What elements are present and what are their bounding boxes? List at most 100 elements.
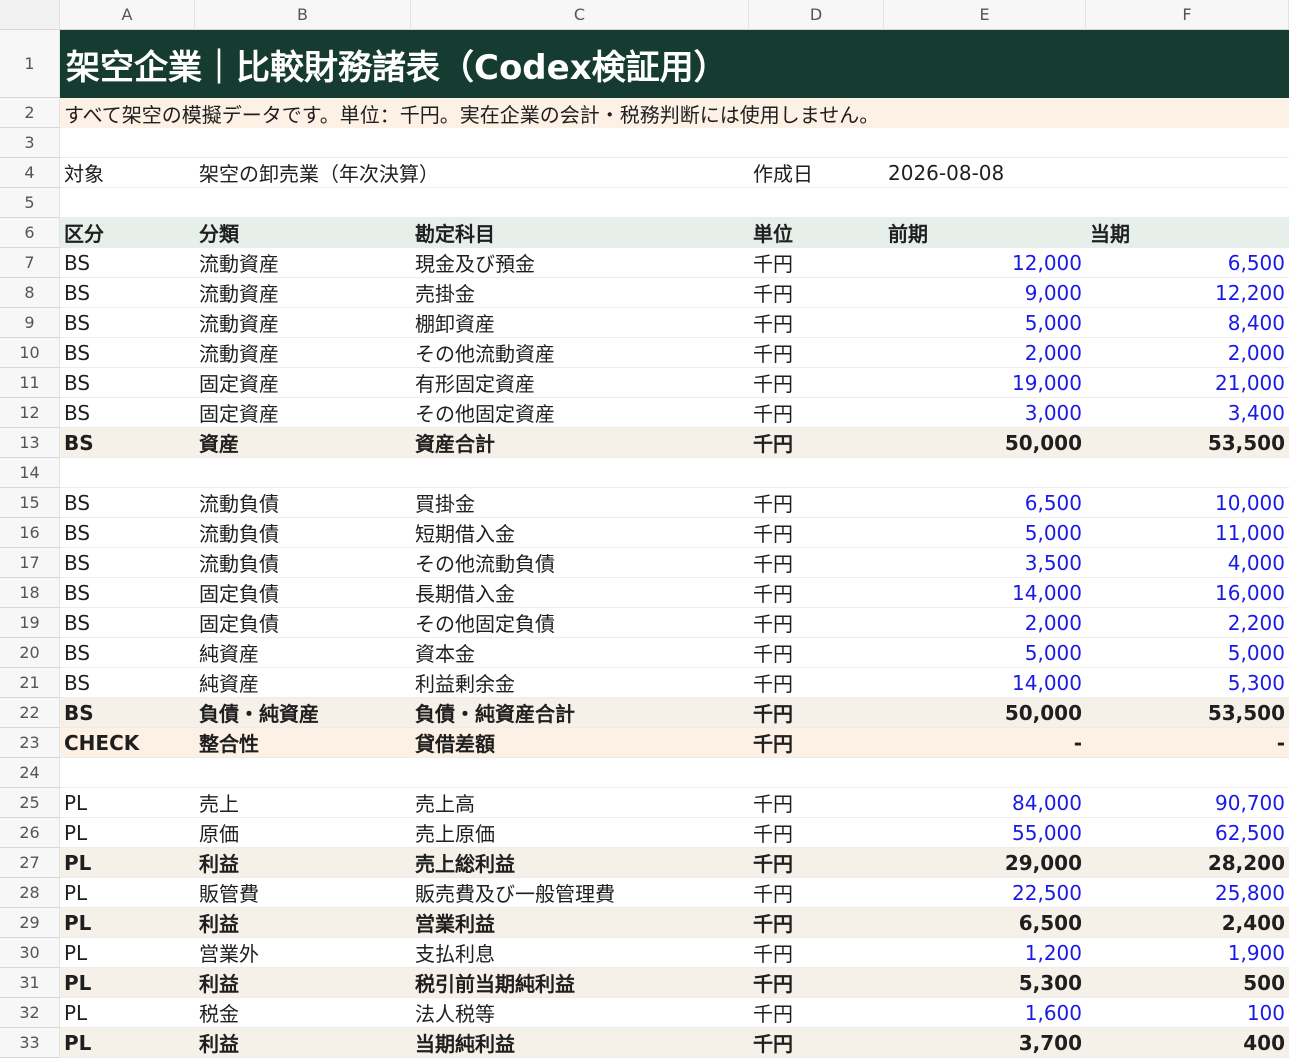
table-cell-prior-period[interactable]: 5,000 <box>884 518 1086 548</box>
table-cell-prior-period[interactable]: 5,000 <box>884 638 1086 668</box>
row-header-17[interactable]: 17 <box>0 548 60 578</box>
table-cell-category[interactable]: PL <box>60 788 195 818</box>
table-cell-current-period[interactable]: 10,000 <box>1086 488 1289 518</box>
table-cell-classification[interactable]: 利益 <box>195 908 411 938</box>
table-cell-category[interactable]: PL <box>60 908 195 938</box>
row-header-16[interactable]: 16 <box>0 518 60 548</box>
target-label-cell[interactable]: 対象 <box>60 158 195 188</box>
table-cell-prior-period[interactable]: 3,000 <box>884 398 1086 428</box>
table-cell-category[interactable]: BS <box>60 278 195 308</box>
table-cell-category[interactable]: CHECK <box>60 728 195 758</box>
table-cell-prior-period[interactable]: 6,500 <box>884 488 1086 518</box>
table-cell-account[interactable]: 貸借差額 <box>411 728 749 758</box>
row-header-2[interactable]: 2 <box>0 98 60 128</box>
table-cell-category[interactable]: BS <box>60 548 195 578</box>
table-cell-category[interactable]: PL <box>60 998 195 1028</box>
table-cell-category[interactable]: BS <box>60 608 195 638</box>
table-cell-category[interactable]: BS <box>60 338 195 368</box>
header-cell-unit[interactable]: 単位 <box>749 218 884 248</box>
table-cell-prior-period[interactable]: 9,000 <box>884 278 1086 308</box>
column-header-c[interactable]: C <box>411 0 749 30</box>
table-cell-current-period[interactable]: 53,500 <box>1086 698 1289 728</box>
table-cell-category[interactable]: BS <box>60 248 195 278</box>
table-cell-category[interactable]: BS <box>60 368 195 398</box>
table-cell-unit[interactable]: 千円 <box>749 308 884 338</box>
table-cell-current-period[interactable]: 16,000 <box>1086 578 1289 608</box>
table-cell-prior-period[interactable]: 5,000 <box>884 308 1086 338</box>
table-cell-account[interactable]: 利益剰余金 <box>411 668 749 698</box>
sheet-title-cell[interactable]: 架空企業｜比較財務諸表（Codex検証用） <box>60 30 1289 98</box>
table-cell-current-period[interactable]: 12,200 <box>1086 278 1289 308</box>
row-header-7[interactable]: 7 <box>0 248 60 278</box>
table-cell-classification[interactable]: 固定負債 <box>195 608 411 638</box>
table-cell-prior-period[interactable]: 6,500 <box>884 908 1086 938</box>
table-cell-current-period[interactable]: 62,500 <box>1086 818 1289 848</box>
row-header-6[interactable]: 6 <box>0 218 60 248</box>
table-cell-account[interactable]: 当期純利益 <box>411 1028 749 1058</box>
column-header-e[interactable]: E <box>884 0 1086 30</box>
table-cell-unit[interactable]: 千円 <box>749 668 884 698</box>
table-cell-current-period[interactable]: 53,500 <box>1086 428 1289 458</box>
table-cell-current-period[interactable]: 11,000 <box>1086 518 1289 548</box>
table-cell-prior-period[interactable]: 19,000 <box>884 368 1086 398</box>
table-cell-prior-period[interactable]: 2,000 <box>884 608 1086 638</box>
row-header-15[interactable]: 15 <box>0 488 60 518</box>
row-header-12[interactable]: 12 <box>0 398 60 428</box>
table-cell-category[interactable]: PL <box>60 938 195 968</box>
row-header-29[interactable]: 29 <box>0 908 60 938</box>
table-cell-prior-period[interactable]: 2,000 <box>884 338 1086 368</box>
table-cell-current-period[interactable]: 6,500 <box>1086 248 1289 278</box>
table-cell-account[interactable]: 税引前当期純利益 <box>411 968 749 998</box>
table-cell-classification[interactable]: 販管費 <box>195 878 411 908</box>
disclaimer-note-cell[interactable]: すべて架空の模擬データです。単位：千円。実在企業の会計・税務判断には使用しません… <box>60 98 1289 128</box>
table-cell-account[interactable]: その他流動資産 <box>411 338 749 368</box>
table-cell-account[interactable]: 販売費及び一般管理費 <box>411 878 749 908</box>
table-cell-current-period[interactable]: 5,300 <box>1086 668 1289 698</box>
table-cell-unit[interactable]: 千円 <box>749 428 884 458</box>
table-cell-current-period[interactable]: 500 <box>1086 968 1289 998</box>
table-cell-unit[interactable]: 千円 <box>749 818 884 848</box>
row-header-26[interactable]: 26 <box>0 818 60 848</box>
table-cell-prior-period[interactable]: 29,000 <box>884 848 1086 878</box>
table-cell-prior-period[interactable]: - <box>884 728 1086 758</box>
row-header-28[interactable]: 28 <box>0 878 60 908</box>
table-cell-classification[interactable]: 流動負債 <box>195 548 411 578</box>
table-cell-classification[interactable]: 流動資産 <box>195 248 411 278</box>
table-cell-unit[interactable]: 千円 <box>749 488 884 518</box>
table-cell-unit[interactable]: 千円 <box>749 548 884 578</box>
table-cell-current-period[interactable]: 2,200 <box>1086 608 1289 638</box>
row-header-18[interactable]: 18 <box>0 578 60 608</box>
table-cell-classification[interactable]: 流動資産 <box>195 278 411 308</box>
table-cell-category[interactable]: BS <box>60 488 195 518</box>
table-cell-prior-period[interactable]: 84,000 <box>884 788 1086 818</box>
table-cell-unit[interactable]: 千円 <box>749 518 884 548</box>
table-cell-account[interactable]: 支払利息 <box>411 938 749 968</box>
table-cell-unit[interactable]: 千円 <box>749 728 884 758</box>
table-cell-current-period[interactable]: 90,700 <box>1086 788 1289 818</box>
table-cell-unit[interactable]: 千円 <box>749 368 884 398</box>
table-cell-current-period[interactable]: - <box>1086 728 1289 758</box>
row-header-23[interactable]: 23 <box>0 728 60 758</box>
blank-row[interactable] <box>60 458 1289 488</box>
table-cell-category[interactable]: BS <box>60 398 195 428</box>
header-cell-prior-period[interactable]: 前期 <box>884 218 1086 248</box>
table-cell-classification[interactable]: 利益 <box>195 848 411 878</box>
table-cell-category[interactable]: BS <box>60 428 195 458</box>
table-cell-category[interactable]: BS <box>60 308 195 338</box>
header-cell-category[interactable]: 区分 <box>60 218 195 248</box>
table-cell-classification[interactable]: 流動負債 <box>195 488 411 518</box>
table-cell-account[interactable]: 有形固定資産 <box>411 368 749 398</box>
table-cell-account[interactable]: 売上高 <box>411 788 749 818</box>
table-cell-account[interactable]: 営業利益 <box>411 908 749 938</box>
table-cell-classification[interactable]: 利益 <box>195 1028 411 1058</box>
table-cell-unit[interactable]: 千円 <box>749 908 884 938</box>
table-cell-unit[interactable]: 千円 <box>749 968 884 998</box>
table-cell-classification[interactable]: 固定資産 <box>195 368 411 398</box>
blank-row[interactable] <box>60 128 1289 158</box>
table-cell-current-period[interactable]: 28,200 <box>1086 848 1289 878</box>
table-cell-account[interactable]: 法人税等 <box>411 998 749 1028</box>
table-cell-unit[interactable]: 千円 <box>749 1028 884 1058</box>
row-header-30[interactable]: 30 <box>0 938 60 968</box>
table-cell-unit[interactable]: 千円 <box>749 938 884 968</box>
table-cell-classification[interactable]: 流動負債 <box>195 518 411 548</box>
